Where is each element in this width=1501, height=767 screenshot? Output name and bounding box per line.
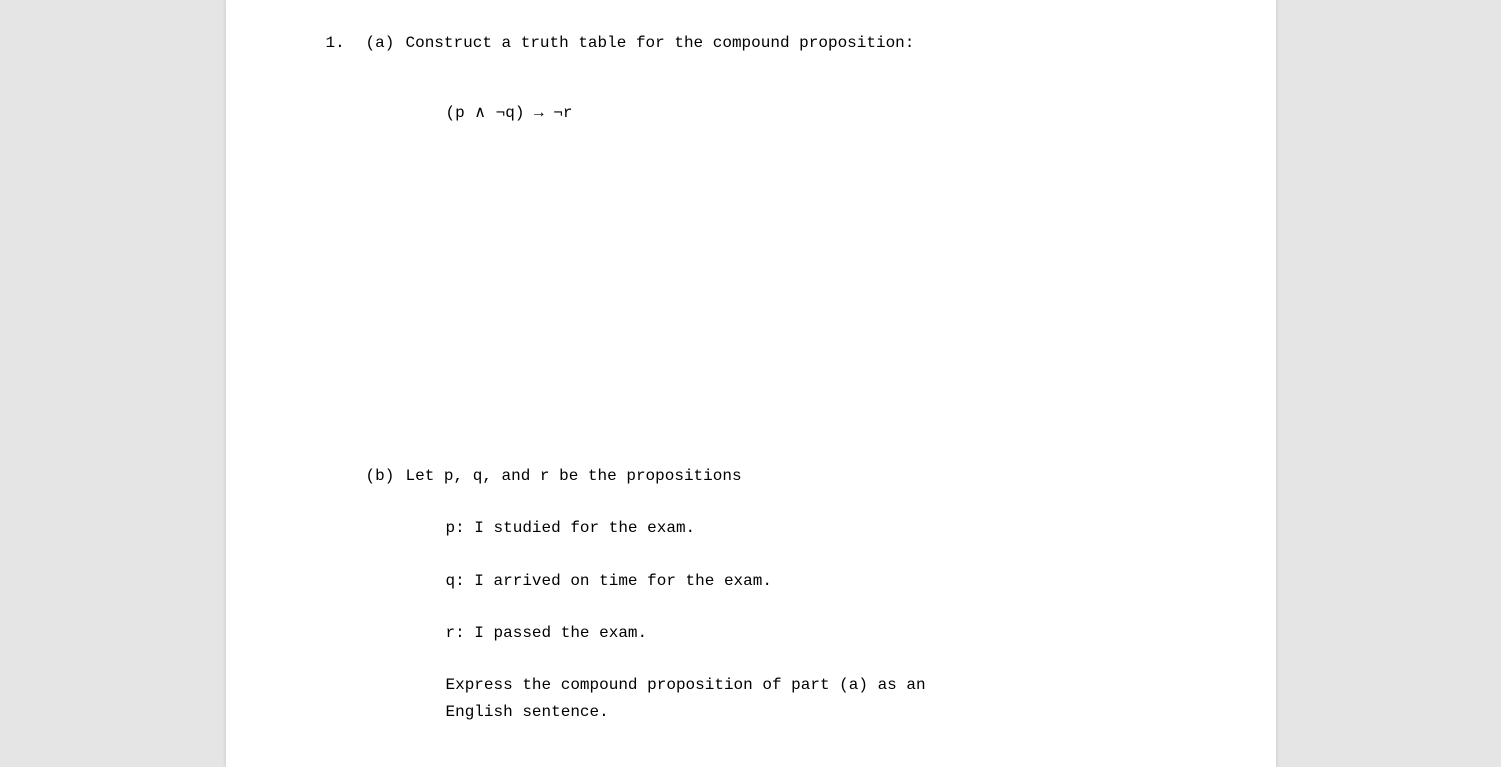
- part-b-instruction: Express the compound proposition of part…: [326, 674, 1176, 723]
- proposition-definitions: p: I studied for the exam. q: I arrived …: [326, 517, 1176, 644]
- workspace-gap: [326, 125, 1176, 465]
- problem-1: 1. (a) Construct a truth table for the c…: [326, 32, 1176, 723]
- prop-r: r: I passed the exam.: [446, 622, 1176, 644]
- part-a-row: 1. (a) Construct a truth table for the c…: [326, 32, 1176, 54]
- problem-number: 1.: [326, 32, 366, 54]
- empty-num-col: [326, 465, 366, 487]
- document-page: 1. (a) Construct a truth table for the c…: [226, 0, 1276, 767]
- instruction-line-2: English sentence.: [446, 701, 1176, 723]
- part-b-intro: Let p, q, and r be the propositions: [406, 465, 1176, 487]
- part-b-label: (b): [366, 465, 406, 487]
- prop-p: p: I studied for the exam.: [446, 517, 1176, 539]
- part-a-formula: (p ∧ ¬q) → ¬r: [326, 102, 1176, 124]
- part-a-label: (a): [366, 32, 406, 54]
- instruction-line-1: Express the compound proposition of part…: [446, 674, 1176, 696]
- prop-q: q: I arrived on time for the exam.: [446, 570, 1176, 592]
- part-a-prompt: Construct a truth table for the compound…: [406, 32, 1176, 54]
- part-b-row: (b) Let p, q, and r be the propositions: [326, 465, 1176, 487]
